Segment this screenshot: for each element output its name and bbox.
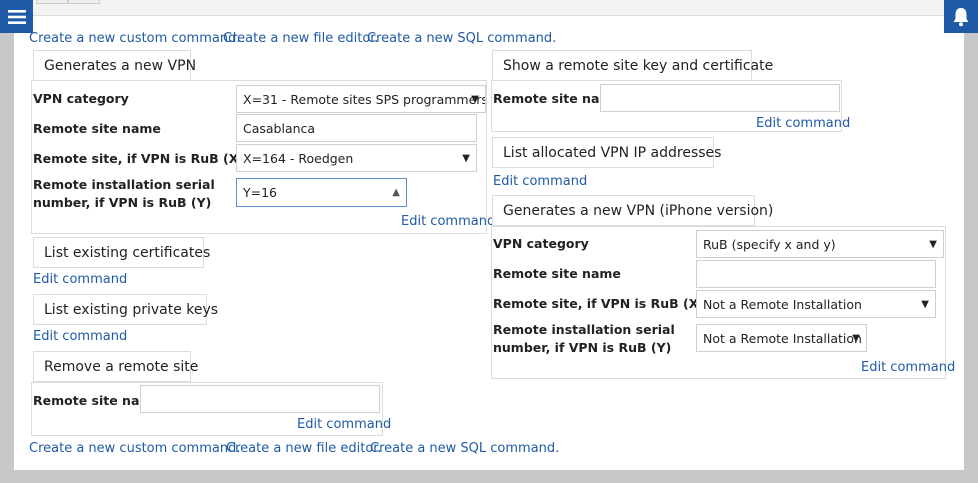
show-key-certificate-button[interactable]: Show a remote site key and certificate [492,50,773,81]
remote-site-x-label: Remote site, if VPN is RuB (X) [33,151,245,166]
edit-command-link[interactable]: Edit command [756,116,850,131]
remote-site-x-label: Remote site, if VPN is RuB (X) [493,296,705,311]
menu-button[interactable] [0,0,33,33]
edit-command-link[interactable]: Edit command [33,329,127,344]
bell-icon [953,7,969,26]
vpn-category-select[interactable]: RuB (specify x and y) ▼ [696,230,944,258]
create-custom-command-link[interactable]: Create a new custom command. [29,441,240,456]
remote-site-name-input[interactable] [600,84,840,112]
dropdown-arrow-icon: ▼ [929,238,937,250]
serial-number-label: Remote installation serial number, if VP… [493,322,675,355]
remove-remote-site-button[interactable]: Remove a remote site [33,351,198,382]
remote-site-name-label: Remote site name [33,121,161,136]
create-file-editor-link[interactable]: Create a new file editor. [226,441,382,456]
vpn-category-select[interactable]: X=31 - Remote sites SPS programmers ▼ [236,85,486,113]
create-sql-command-link[interactable]: Create a new SQL command. [370,441,559,456]
vpn-category-value: X=31 - Remote sites SPS programmers [243,91,486,107]
dropdown-arrow-icon: ▼ [921,298,929,310]
create-sql-command-link[interactable]: Create a new SQL command. [367,31,556,46]
remote-site-name-input[interactable] [140,385,380,413]
generate-vpn-button[interactable]: Generates a new VPN [33,50,196,81]
vpn-category-label: VPN category [33,91,129,106]
serial-number-select[interactable]: Not a Remote Installation ▼ [696,324,867,352]
vpn-category-label: VPN category [493,236,589,251]
create-custom-command-link[interactable]: Create a new custom command. [29,31,240,46]
remote-site-x-select[interactable]: X=164 - Roedgen ▼ [236,144,477,172]
vpn-category-value: RuB (specify x and y) [703,236,836,252]
remote-site-name-value: Casablanca [243,120,316,136]
remote-site-name-label: Remote site name [493,266,621,281]
tab-stub[interactable] [36,0,68,4]
dropdown-arrow-icon: ▼ [462,152,470,164]
edit-command-link[interactable]: Edit command [401,214,495,229]
list-private-keys-button[interactable]: List existing private keys [33,294,218,325]
list-certificates-button[interactable]: List existing certificates [33,237,210,268]
generate-vpn-iphone-button[interactable]: Generates a new VPN (iPhone version) [492,195,773,226]
edit-command-link[interactable]: Edit command [493,174,587,189]
serial-number-label: Remote installation serial number, if VP… [33,177,215,210]
notifications-button[interactable] [944,0,978,33]
remote-site-name-input[interactable]: Casablanca [236,114,477,142]
remote-site-name-input[interactable] [696,260,936,288]
edit-command-link[interactable]: Edit command [33,272,127,287]
menu-icon [7,9,26,24]
edit-command-link[interactable]: Edit command [297,417,391,432]
create-file-editor-link[interactable]: Create a new file editor. [223,31,379,46]
top-strip [14,0,964,16]
serial-number-value: Y=16 [243,185,278,200]
remote-site-x-value: Not a Remote Installation [703,296,862,312]
dropdown-arrow-icon: ▲ [392,187,400,198]
tab-stub[interactable] [68,0,100,4]
remote-site-x-select[interactable]: Not a Remote Installation ▼ [696,290,936,318]
list-vpn-ip-button[interactable]: List allocated VPN IP addresses [492,137,721,168]
remote-site-x-value: X=164 - Roedgen [243,150,354,166]
serial-number-value: Not a Remote Installation [703,330,862,346]
serial-number-select[interactable]: Y=16 ▲ [236,178,407,207]
dropdown-arrow-icon: ▼ [471,93,479,105]
edit-command-link[interactable]: Edit command [861,360,955,375]
dropdown-arrow-icon: ▼ [852,332,860,344]
